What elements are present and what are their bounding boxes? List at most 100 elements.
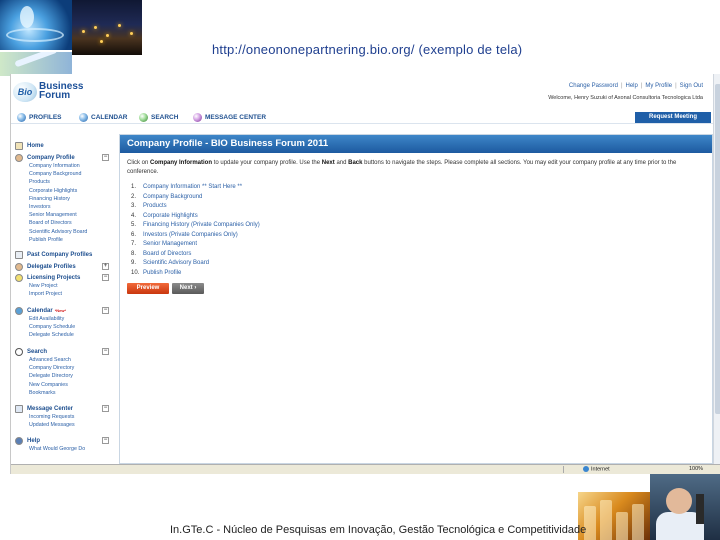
nav-profiles[interactable]: PROFILES [17, 112, 62, 122]
preview-button[interactable]: Preview [127, 283, 169, 294]
step-link-company-background[interactable]: Company Background [143, 193, 202, 203]
sidebar-calendar-title[interactable]: Calendar [27, 308, 53, 314]
step-number: 8. [131, 250, 137, 257]
message-orb-icon [193, 112, 202, 122]
sidebar-item-delegate-directory[interactable]: Delegate Directory [15, 372, 109, 380]
collapse-toggle-icon[interactable]: − [102, 154, 109, 161]
nav-search[interactable]: SEARCH [139, 112, 178, 122]
company-profile-panel: Company Profile - BIO Business Forum 201… [119, 134, 713, 464]
step-item: 5. Financing History (Private Companies O… [131, 221, 260, 231]
step-item: 6. Investors (Private Companies Only) [131, 231, 260, 241]
internet-globe-icon [583, 466, 589, 472]
scientist-microscope-photo [650, 474, 720, 540]
sidebar-licensing-title[interactable]: Licensing Projects [27, 275, 80, 281]
sidebar-item-scientific-advisory-board[interactable]: Scientific Advisory Board [15, 228, 109, 236]
scrollbar-thumb[interactable] [715, 84, 720, 414]
next-button[interactable]: Next › [172, 283, 204, 294]
search-orb-icon [139, 112, 148, 122]
security-zone: Internet [583, 466, 610, 472]
collapse-toggle-icon[interactable]: − [102, 405, 109, 412]
step-link-company-information[interactable]: Company Information ** Start Here ** [143, 183, 242, 193]
security-zone-label: Internet [591, 466, 610, 473]
sidebar-delegate-profiles[interactable]: Delegate Profiles + [15, 262, 109, 271]
nav-profiles-label: PROFILES [29, 113, 62, 121]
envelope-icon [15, 404, 23, 413]
collapse-toggle-icon[interactable]: − [102, 348, 109, 355]
sidebar-item-delegate-schedule[interactable]: Delegate Schedule [15, 331, 109, 339]
sidebar-home[interactable]: Home [15, 141, 109, 150]
sidebar-company-profile-title[interactable]: Company Profile [27, 155, 75, 161]
profile-steps-list: 1. Company Information ** Start Here ** 2… [131, 183, 260, 278]
sidebar-item-senior-management[interactable]: Senior Management [15, 211, 109, 219]
step-number: 7. [131, 241, 137, 247]
browser-window: Bio Business Forum Change Password | Help |… [10, 74, 720, 474]
step-link-products[interactable]: Products [143, 202, 167, 212]
step-item: 4. Corporate Highlights [131, 212, 260, 222]
step-link-publish-profile[interactable]: Publish Profile [143, 269, 181, 279]
step-link-senior-management[interactable]: Senior Management [143, 240, 197, 250]
my-profile-link[interactable]: My Profile [645, 83, 672, 89]
step-item: 1. Company Information ** Start Here ** [131, 183, 260, 193]
intro-text-1: Click on [127, 160, 151, 166]
sidebar-past-profiles-label: Past Company Profiles [27, 251, 93, 258]
sidebar-message-center-title[interactable]: Message Center [27, 406, 73, 412]
nav-message-center[interactable]: MESSAGE CENTER [193, 112, 266, 122]
step-link-scientific-advisory-board[interactable]: Scientific Advisory Board [143, 259, 209, 269]
sidebar-item-company-information[interactable]: Company Information [15, 162, 109, 170]
sidebar-item-incoming-requests[interactable]: Incoming Requests [15, 413, 109, 421]
collapse-toggle-icon[interactable]: − [102, 437, 109, 444]
sidebar-item-advanced-search[interactable]: Advanced Search [15, 356, 109, 364]
sidebar-item-import-project[interactable]: Import Project [15, 290, 109, 298]
sidebar-item-new-project[interactable]: New Project [15, 282, 109, 290]
sidebar-item-board-of-directors[interactable]: Board of Directors [15, 219, 109, 227]
sidebar-section-licensing: Licensing Projects − New Project Import P… [15, 273, 109, 298]
sidebar-item-what-would-george-do[interactable]: What Would George Do [15, 445, 109, 453]
sidebar-item-products[interactable]: Products [15, 178, 109, 186]
sidebar-item-edit-availability[interactable]: Edit Availability [15, 315, 109, 323]
step-link-financing-history[interactable]: Financing History (Private Companies Onl… [143, 221, 260, 231]
status-pane [563, 466, 579, 473]
intro-bold-company-information: Company Information [150, 160, 213, 166]
sidebar-help-title[interactable]: Help [27, 438, 40, 444]
instructions-text: Click on Company Information to update y… [127, 159, 703, 176]
intro-text-2: to update your company profile. Use the [212, 160, 322, 166]
sidebar-item-new-companies[interactable]: New Companies [15, 381, 109, 389]
sidebar-delegate-profiles-label: Delegate Profiles [27, 263, 76, 270]
sidebar-item-corporate-highlights[interactable]: Corporate Highlights [15, 187, 109, 195]
sidebar-past-company-profiles[interactable]: Past Company Profiles [15, 250, 109, 259]
sign-out-link[interactable]: Sign Out [680, 83, 703, 89]
help-link[interactable]: Help [626, 83, 638, 89]
step-link-corporate-highlights[interactable]: Corporate Highlights [143, 212, 198, 222]
bio-business-forum-logo[interactable]: Bio Business Forum [13, 80, 93, 106]
panel-title: Company Profile - BIO Business Forum 201… [120, 135, 712, 153]
expand-toggle-icon[interactable]: + [102, 263, 109, 270]
sidebar-section-message-center: Message Center − Incoming Requests Update… [15, 404, 109, 429]
step-item: 10. Publish Profile [131, 269, 260, 279]
sidebar-item-investors[interactable]: Investors [15, 203, 109, 211]
step-link-board-of-directors[interactable]: Board of Directors [143, 250, 191, 260]
collapse-toggle-icon[interactable]: − [102, 274, 109, 281]
sidebar-item-updated-messages[interactable]: Updated Messages [15, 421, 109, 429]
home-icon [15, 141, 23, 150]
step-number: 6. [131, 231, 137, 238]
sidebar-item-bookmarks[interactable]: Bookmarks [15, 389, 109, 397]
collapse-toggle-icon[interactable]: − [102, 307, 109, 314]
step-number: 5. [131, 222, 137, 228]
sidebar-item-company-background[interactable]: Company Background [15, 170, 109, 178]
step-number: 4. [131, 212, 137, 219]
request-meeting-button[interactable]: Request Meeting [635, 112, 711, 123]
sidebar-search-title[interactable]: Search [27, 349, 47, 355]
step-link-investors[interactable]: Investors (Private Companies Only) [143, 231, 238, 241]
vertical-scrollbar[interactable] [713, 74, 720, 464]
nav-calendar-label: CALENDAR [91, 113, 128, 121]
site-header: Bio Business Forum Change Password | Help |… [11, 74, 713, 108]
sidebar-item-publish-profile[interactable]: Publish Profile [15, 236, 109, 244]
change-password-link[interactable]: Change Password [569, 83, 618, 89]
nav-calendar[interactable]: CALENDAR [79, 112, 127, 122]
zoom-level[interactable]: 100% [689, 466, 703, 472]
sidebar-item-company-directory[interactable]: Company Directory [15, 364, 109, 372]
sidebar-item-company-schedule[interactable]: Company Schedule [15, 323, 109, 331]
sidebar-item-financing-history[interactable]: Financing History [15, 195, 109, 203]
slide-footer: In.GTe.C - Núcleo de Pesquisas em Inovaç… [170, 524, 587, 536]
person-icon [15, 153, 23, 162]
